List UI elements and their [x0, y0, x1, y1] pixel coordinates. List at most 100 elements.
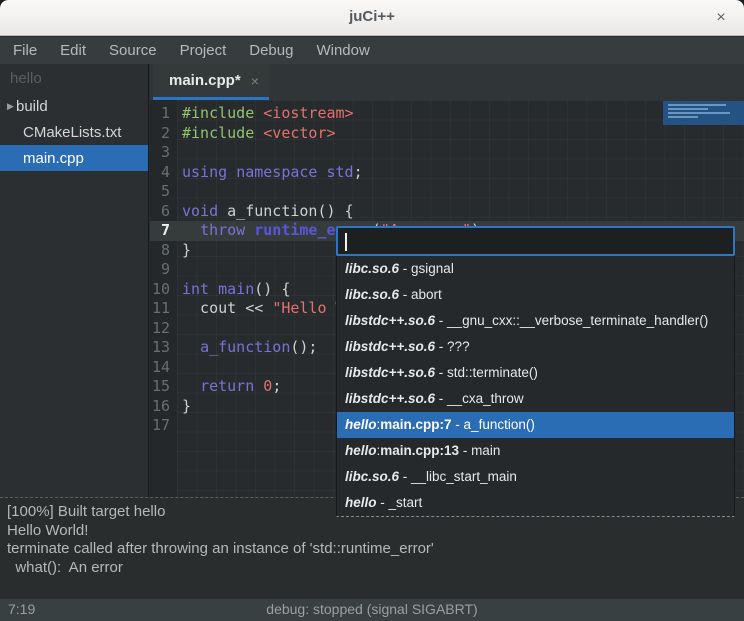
backtrace-item[interactable]: hello - _start: [337, 490, 734, 516]
frame-symbol: ???: [447, 339, 470, 354]
backtrace-item[interactable]: libc.so.6 - gsignal: [337, 256, 734, 282]
sidebar-item-main-cpp[interactable]: main.cpp: [0, 145, 148, 171]
frame-separator: -: [399, 287, 411, 302]
output-line: Hello World!: [7, 522, 737, 541]
code-token: [182, 221, 200, 239]
code-text: [177, 416, 182, 436]
backtrace-item[interactable]: hello:main.cpp:13 - main: [337, 438, 734, 464]
code-token: <iostream>: [263, 104, 353, 122]
code-token: }: [182, 241, 191, 259]
code-token: a_function: [200, 338, 290, 356]
code-token: [182, 377, 200, 395]
text-caret: [345, 233, 347, 251]
menu-item-file[interactable]: File: [4, 37, 46, 64]
sidebar-item-label: CMakeLists.txt: [23, 124, 121, 141]
code-token: [254, 104, 263, 122]
backtrace-item[interactable]: libc.so.6 - __libc_start_main: [337, 464, 734, 490]
code-token: [317, 163, 326, 181]
debug-info-tooltip: [663, 101, 744, 125]
menu-item-edit[interactable]: Edit: [51, 37, 95, 64]
frame-library: hello: [345, 417, 377, 432]
code-token: main: [218, 280, 254, 298]
frame-separator: -: [377, 495, 389, 510]
line-number: 4: [150, 163, 177, 183]
title-bar: juCi++ ×: [0, 0, 744, 36]
sidebar-item-label: main.cpp: [23, 150, 84, 167]
code-text: [177, 143, 182, 163]
code-line: 2#include <vector>: [150, 124, 744, 144]
line-number: 3: [150, 143, 177, 163]
code-line: 4using namespace std;: [150, 163, 744, 183]
code-token: #include: [182, 124, 254, 142]
frame-library: libstdc++.so.6: [345, 365, 435, 380]
frame-symbol: __cxa_throw: [447, 391, 524, 406]
frame-symbol: __gnu_cxx::__verbose_terminate_handler(): [447, 313, 708, 328]
code-token: }: [182, 397, 191, 415]
backtrace-popup: libc.so.6 - gsignallibc.so.6 - abortlibs…: [336, 226, 735, 517]
line-number: 8: [150, 241, 177, 261]
backtrace-item[interactable]: hello:main.cpp:7 - a_function(): [337, 412, 734, 438]
close-icon[interactable]: ×: [710, 7, 732, 29]
code-token: ;: [272, 377, 281, 395]
code-text: return 0;: [177, 377, 281, 397]
tab-label: main.cpp*: [169, 72, 241, 89]
window-title: juCi++: [0, 8, 744, 25]
code-line: 1#include <iostream>: [150, 104, 744, 124]
line-number: 17: [150, 416, 177, 436]
code-token: [245, 221, 254, 239]
code-token: throw: [200, 221, 245, 239]
line-number: 10: [150, 280, 177, 300]
tab-main-cpp[interactable]: main.cpp* ×: [153, 64, 269, 100]
line-number: 16: [150, 397, 177, 417]
sidebar-item-cmakelists-txt[interactable]: CMakeLists.txt: [0, 119, 148, 145]
backtrace-item[interactable]: libstdc++.so.6 - __cxa_throw: [337, 386, 734, 412]
code-text: #include <vector>: [177, 124, 336, 144]
code-text: using namespace std;: [177, 163, 363, 183]
output-line: terminate called after throwing an insta…: [7, 540, 737, 559]
backtrace-filter-input[interactable]: [336, 226, 735, 256]
tooltip-text-line: [668, 108, 708, 110]
code-token: return: [200, 377, 254, 395]
backtrace-list: libc.so.6 - gsignallibc.so.6 - abortlibs…: [336, 256, 735, 517]
backtrace-item[interactable]: libstdc++.so.6 - __gnu_cxx::__verbose_te…: [337, 308, 734, 334]
debug-status: debug: stopped (signal SIGABRT): [0, 601, 744, 617]
code-text: void a_function() {: [177, 202, 354, 222]
code-token: using: [182, 163, 227, 181]
line-number: 2: [150, 124, 177, 144]
code-token: [227, 163, 236, 181]
menu-item-window[interactable]: Window: [307, 37, 378, 64]
frame-library: libc.so.6: [345, 287, 399, 302]
backtrace-item[interactable]: libc.so.6 - abort: [337, 282, 734, 308]
line-number: 12: [150, 319, 177, 339]
code-text: #include <iostream>: [177, 104, 354, 124]
frame-symbol: _start: [389, 495, 423, 510]
frame-symbol: __libc_start_main: [411, 469, 517, 484]
frame-separator: -: [435, 365, 447, 380]
tab-close-icon[interactable]: ×: [251, 73, 259, 89]
code-text: }: [177, 397, 191, 417]
code-text: [177, 358, 182, 378]
frame-library: libstdc++.so.6: [345, 313, 435, 328]
menu-item-source[interactable]: Source: [100, 37, 166, 64]
tooltip-text-line: [668, 116, 698, 118]
code-token: <vector>: [263, 124, 335, 142]
code-token: [254, 124, 263, 142]
frame-symbol: std::terminate(): [447, 365, 538, 380]
menu-item-project[interactable]: Project: [171, 37, 236, 64]
expander-icon[interactable]: ▶: [0, 101, 16, 112]
frame-separator: -: [399, 469, 411, 484]
app-window: juCi++ × FileEditSourceProjectDebugWindo…: [0, 0, 744, 621]
menu-item-debug[interactable]: Debug: [240, 37, 302, 64]
menubar: FileEditSourceProjectDebugWindow: [0, 37, 744, 64]
frame-library: libstdc++.so.6: [345, 339, 435, 354]
code-token: int: [182, 280, 209, 298]
backtrace-item[interactable]: libstdc++.so.6 - ???: [337, 334, 734, 360]
line-number: 11: [150, 299, 177, 319]
frame-symbol: a_function(): [464, 417, 535, 432]
backtrace-item[interactable]: libstdc++.so.6 - std::terminate(): [337, 360, 734, 386]
code-token: () {: [254, 280, 290, 298]
output-line: what(): An error: [7, 559, 737, 578]
sidebar-item-build[interactable]: ▶build: [0, 93, 148, 119]
frame-library: libstdc++.so.6: [345, 391, 435, 406]
code-token: [182, 338, 200, 356]
